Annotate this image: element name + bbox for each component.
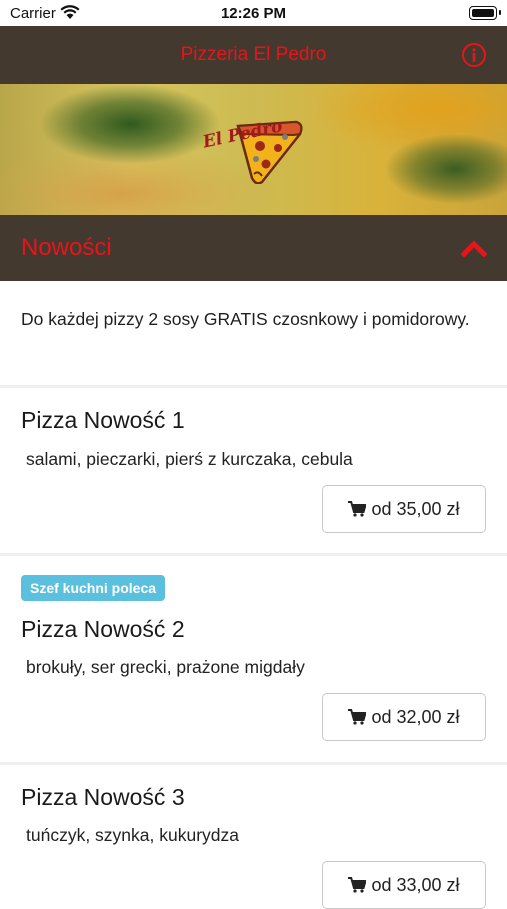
cart-icon bbox=[348, 709, 367, 725]
divider bbox=[0, 762, 507, 765]
add-to-cart-button[interactable]: od 32,00 zł bbox=[322, 693, 486, 741]
add-to-cart-button[interactable]: od 35,00 zł bbox=[322, 485, 486, 533]
price-label: od 35,00 zł bbox=[371, 498, 460, 519]
price-label: od 33,00 zł bbox=[371, 874, 460, 895]
app-title: Pizzeria El Pedro bbox=[180, 44, 327, 65]
el-pedro-logo: El Pedro bbox=[200, 116, 303, 184]
category-notice: Do każdej pizzy 2 sosy GRATIS czosnkowy … bbox=[21, 309, 470, 329]
nav-bar: Pizzeria El Pedro bbox=[0, 26, 507, 84]
cart-icon bbox=[348, 501, 367, 517]
pizza-ingredients: tuńczyk, szynka, kukurydza bbox=[26, 825, 239, 845]
add-to-cart-button[interactable]: od 33,00 zł bbox=[322, 861, 486, 909]
pizza-ingredients: salami, pieczarki, pierś z kurczaka, ceb… bbox=[26, 449, 353, 469]
pizza-title: Pizza Nowość 1 bbox=[21, 407, 185, 433]
battery-icon bbox=[469, 6, 501, 20]
info-icon[interactable] bbox=[461, 42, 487, 68]
pizza-ingredients: brokuły, ser grecki, prażone migdały bbox=[26, 657, 305, 677]
category-title: Nowości bbox=[21, 234, 112, 261]
price-label: od 32,00 zł bbox=[371, 706, 460, 727]
chevron-up-icon[interactable] bbox=[461, 239, 487, 257]
chef-recommends-badge: Szef kuchni poleca bbox=[21, 575, 166, 601]
header-banner-image: El Pedro bbox=[0, 84, 507, 215]
cart-icon bbox=[348, 877, 367, 893]
divider bbox=[0, 553, 507, 556]
status-bar: Carrier 12:26 PM bbox=[0, 0, 507, 26]
pizza-title: Pizza Nowość 3 bbox=[21, 784, 185, 810]
divider bbox=[0, 385, 507, 388]
category-header-nowosci[interactable]: Nowości bbox=[0, 215, 507, 281]
pizza-title: Pizza Nowość 2 bbox=[21, 616, 185, 642]
clock: 12:26 PM bbox=[220, 5, 287, 22]
